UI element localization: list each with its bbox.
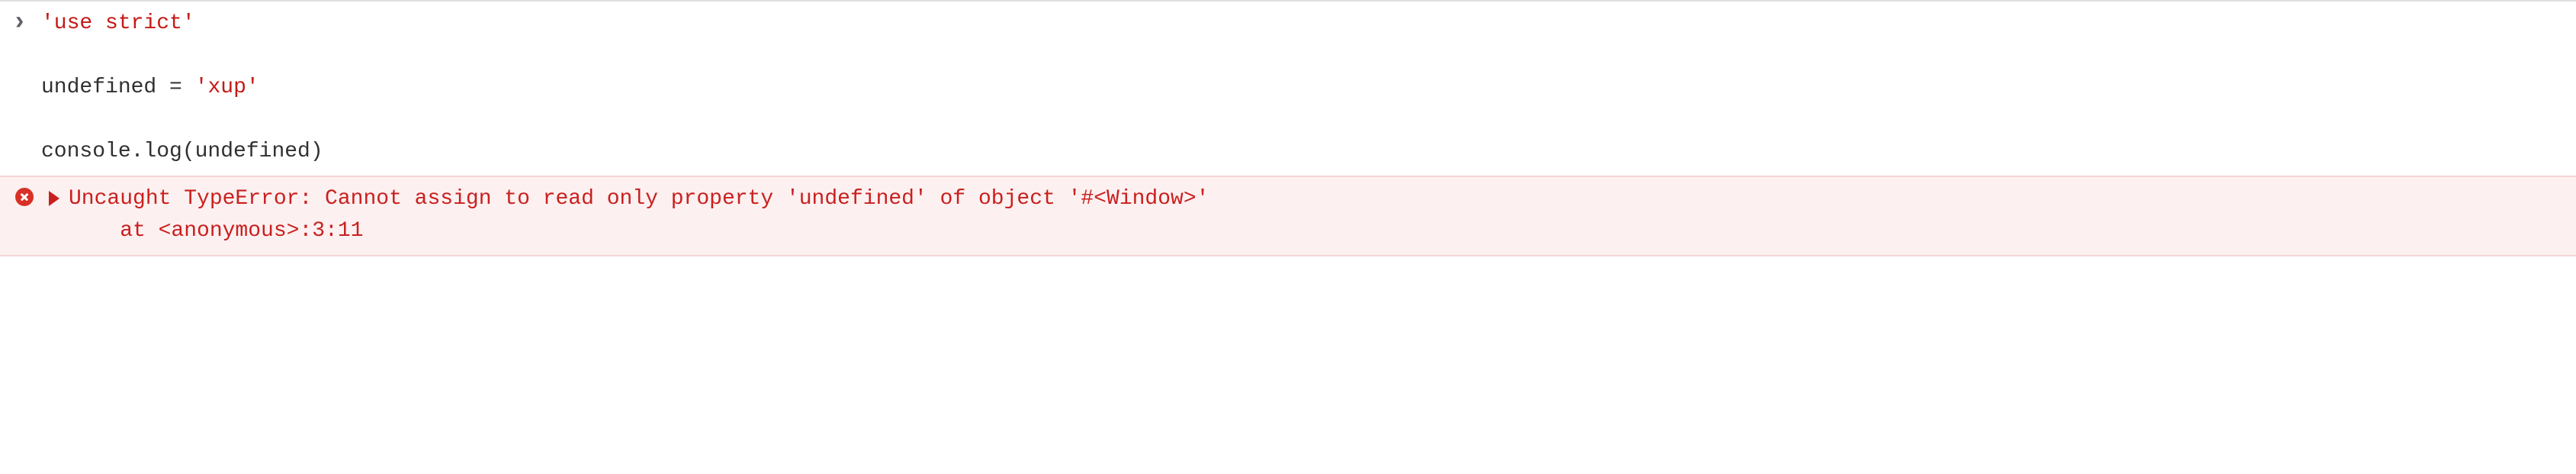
error-message: Uncaught TypeError: Cannot assign to rea… [69, 187, 1209, 211]
console-input-entry[interactable]: 'use strict' undefined = 'xup' console.l… [0, 2, 2576, 176]
console-input-code[interactable]: 'use strict' undefined = 'xup' console.l… [41, 6, 2561, 168]
console-error-entry[interactable]: Uncaught TypeError: Cannot assign to rea… [0, 176, 2576, 256]
code-operator: = [169, 76, 182, 99]
code-string-literal: 'use strict' [41, 11, 195, 35]
code-string-literal: 'xup' [195, 76, 259, 99]
error-text: Uncaught TypeError: Cannot assign to rea… [69, 183, 1209, 247]
code-space [182, 76, 195, 99]
error-icon [15, 188, 34, 206]
prompt-chevron-icon [15, 6, 41, 40]
console-panel: 'use strict' undefined = 'xup' console.l… [0, 0, 2576, 256]
error-body: Uncaught TypeError: Cannot assign to rea… [41, 183, 2561, 247]
code-call: console.log(undefined) [41, 140, 323, 163]
disclosure-triangle-icon[interactable] [49, 191, 59, 206]
error-icon-col [15, 183, 41, 206]
error-stack: at <anonymous>:3:11 [69, 219, 363, 243]
code-identifier: undefined [41, 76, 169, 99]
